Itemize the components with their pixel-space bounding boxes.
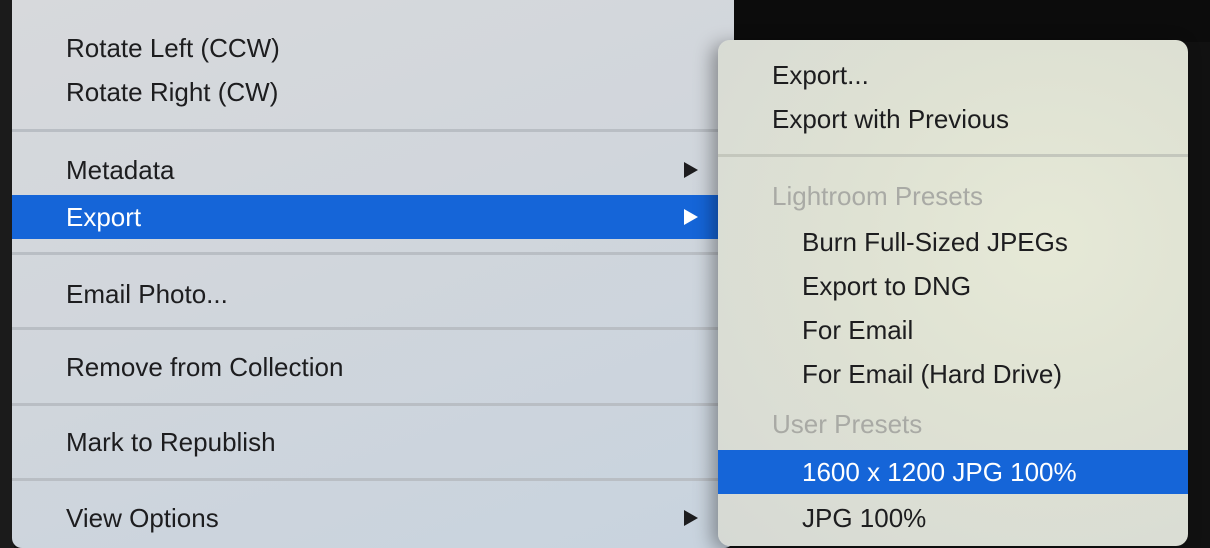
section-header-label: Lightroom Presets [772,181,983,211]
menu-item-rotate-right[interactable]: Rotate Right (CW) [12,70,734,114]
menu-separator [12,129,734,132]
menu-item-label: Export [66,202,142,232]
menu-item-label: Remove from Collection [66,352,344,382]
menu-item-mark-to-republish[interactable]: Mark to Republish [12,420,734,464]
menu-separator [718,154,1188,157]
context-menu: Rotate Left (CCW) Rotate Right (CW) Meta… [12,0,734,548]
menu-separator [12,478,734,481]
preset-item[interactable]: Burn Full-Sized JPEGs [718,220,1188,264]
submenu-arrow-icon [684,510,698,526]
menu-item-view-options[interactable]: View Options [12,496,734,540]
preset-item[interactable]: JPG 100% [718,496,1188,540]
background-window [700,0,1210,42]
menu-item-label: Export with Previous [772,104,1009,134]
menu-item-label: For Email [802,315,914,345]
section-header-label: User Presets [772,409,923,439]
menu-item-label: Export... [772,60,869,90]
menu-item-rotate-left[interactable]: Rotate Left (CCW) [12,26,734,70]
menu-item-label: Email Photo... [66,279,228,309]
menu-item-label: Export to DNG [802,271,972,301]
menu-item-label: Burn Full-Sized JPEGs [802,227,1068,257]
submenu-arrow-icon [684,162,698,178]
submenu-item-export-with-previous[interactable]: Export with Previous [718,97,1188,141]
menu-item-label: Metadata [66,155,175,185]
menu-item-label: 1600 x 1200 JPG 100% [802,457,1077,487]
menu-separator [12,327,734,330]
submenu-item-export[interactable]: Export... [718,53,1188,97]
menu-item-label: Mark to Republish [66,427,276,457]
export-submenu: Export... Export with Previous Lightroom… [718,40,1188,546]
section-header-user-presets: User Presets [718,402,1188,446]
menu-item-label: Rotate Right (CW) [66,77,279,107]
menu-item-export[interactable]: Export [12,195,734,239]
preset-item[interactable]: For Email [718,308,1188,352]
menu-item-metadata[interactable]: Metadata [12,148,734,192]
menu-item-label: View Options [66,503,219,533]
preset-item[interactable]: 1600 x 1200 JPG 100% [718,450,1188,494]
menu-item-label: JPG 100% [802,503,927,533]
menu-item-label: For Email (Hard Drive) [802,359,1063,389]
menu-item-email-photo[interactable]: Email Photo... [12,272,734,316]
submenu-arrow-icon [684,209,698,225]
menu-separator [12,252,734,255]
menu-separator [12,403,734,406]
section-header-lightroom-presets: Lightroom Presets [718,174,1188,218]
menu-item-label: Rotate Left (CCW) [66,33,280,63]
preset-item[interactable]: Export to DNG [718,264,1188,308]
menu-item-remove-from-collection[interactable]: Remove from Collection [12,345,734,389]
preset-item[interactable]: For Email (Hard Drive) [718,352,1188,396]
